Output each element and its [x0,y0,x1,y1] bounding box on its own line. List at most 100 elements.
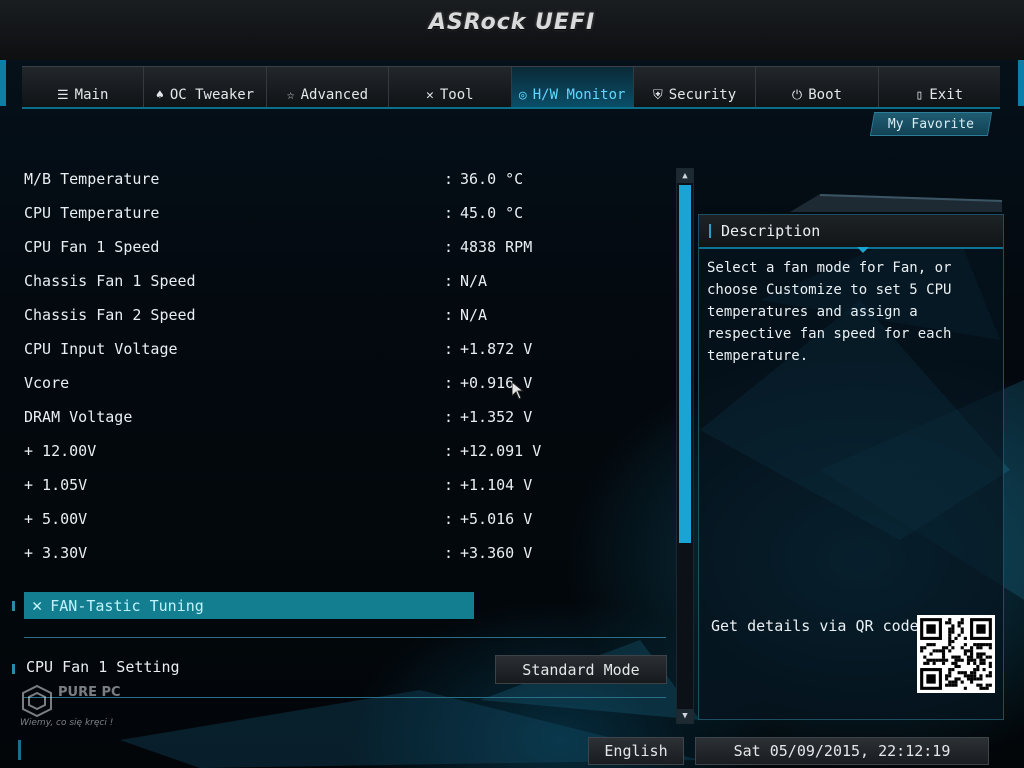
fan-tastic-tuning-item[interactable]: ✕ FAN-Tastic Tuning [24,592,474,619]
footer-accent-bar [18,740,21,760]
reading-value: +1.352 V [460,408,533,426]
reading-value: N/A [460,306,488,324]
reading-row: DRAM Voltage: +1.352 V [24,400,664,434]
description-panel: Description Select a fan mode for Fan, o… [698,214,1004,720]
reading-separator: : [444,272,454,290]
reading-separator: : [444,544,454,562]
exit-door-icon: ▯ [915,88,924,103]
monitor-icon: ◎ [518,88,527,103]
tab-label: Boot [808,87,842,103]
wrench-icon: ✕ [32,595,43,616]
tab-label: Main [74,87,109,103]
reading-row: CPU Fan 1 Speed:4838 RPM [24,230,664,264]
star-icon: ☆ [286,88,295,103]
purepc-watermark: PURE PC Wiemy, co się kręci ! [20,684,140,740]
rocket-icon: ♠ [156,88,164,103]
description-header-marker [709,224,711,238]
description-panel-decoration [790,194,1002,212]
reading-row: Chassis Fan 2 Speed: N/A [24,298,664,332]
fan-tuning-marker [12,601,15,611]
reading-value: +1.872 V [460,340,533,358]
reading-value: N/A [460,272,488,290]
asrock-uefi-logo: ASRock UEFI [428,10,596,35]
reading-separator: : [444,340,454,358]
reading-separator: : [444,204,454,222]
main-tab-bar: ☰ Main ♠ OC Tweaker ☆ Advanced ✕ Tool ◎ H/W Monit… [22,66,1000,109]
tab-main[interactable]: ☰ Main [22,67,145,107]
tab-exit[interactable]: ▯ Exit [879,67,1000,107]
reading-row: Chassis Fan 1 Speed: N/A [24,264,664,298]
purepc-logo-icon [22,684,52,718]
reading-row: Vcore: +0.916 V [24,366,664,400]
reading-label: M/B Temperature [24,170,160,188]
power-icon: ⏻ [791,88,803,103]
watermark-slogan: Wiemy, co się kręci ! [20,718,114,728]
header: ASRock UEFI [0,0,1024,60]
left-accent-bar [0,60,6,106]
reading-label: + 12.00V [24,442,97,460]
tab-label: Security [668,87,737,103]
reading-label: CPU Input Voltage [24,340,178,358]
qr-code-icon [917,615,995,693]
tab-label: Advanced [300,87,369,103]
tab-h-w-monitor[interactable]: ◎ H/W Monitor [511,67,634,107]
list-icon: ☰ [57,88,69,103]
reading-value: 36.0 °C [460,170,524,188]
description-text: Select a fan mode for Fan, or choose Cus… [707,260,952,364]
reading-label: Chassis Fan 1 Speed [24,272,196,290]
reading-row: + 1.05V: +1.104 V [24,468,664,502]
reading-label: + 1.05V [24,476,88,494]
reading-value: +3.360 V [460,544,533,562]
scroll-thumb[interactable] [679,185,691,543]
reading-row: CPU Input Voltage: +1.872 V [24,332,664,366]
reading-value: +12.091 V [460,442,542,460]
reading-row: CPU Temperature:45.0 °C [24,196,664,230]
qr-code-label: Get details via QR code [711,617,919,635]
reading-value: +5.016 V [460,510,533,528]
cpu-fan-1-setting-label: CPU Fan 1 Setting [26,658,180,676]
tab-label: OC Tweaker [169,87,255,103]
hardware-readings-list: M/B Temperature:36.0 °C CPU Temperature:4… [24,162,664,570]
reading-separator: : [444,374,454,392]
description-title: Description [721,222,821,240]
reading-label: CPU Fan 1 Speed [24,238,160,256]
tab-advanced[interactable]: ☆ Advanced [267,67,390,107]
cpu-fan-1-mode-value: Standard Mode [522,660,640,679]
tab-boot[interactable]: ⏻ Boot [756,67,879,107]
reading-value: +0.916 V [460,374,533,392]
reading-label: DRAM Voltage [24,408,133,426]
tab-security[interactable]: ⛨ Security [634,67,757,107]
mouse-cursor-icon [512,382,524,400]
description-header: Description [699,215,1003,249]
reading-separator: : [444,238,454,256]
readings-scrollbar[interactable]: ▲ ▼ [676,168,694,724]
description-notch-icon [857,247,869,253]
language-label: English [604,742,668,760]
reading-label: CPU Temperature [24,204,160,222]
my-favorite-button[interactable]: My Favorite [869,112,993,136]
reading-separator: : [444,476,454,494]
datetime-label: Sat 05/09/2015, 22:12:19 [733,742,951,760]
reading-row: + 12.00V: +12.091 V [24,434,664,468]
tab-oc-tweaker[interactable]: ♠ OC Tweaker [144,67,267,107]
reading-row: + 3.30V: +3.360 V [24,536,664,570]
shield-icon: ⛨ [652,88,663,103]
reading-row: M/B Temperature:36.0 °C [24,162,664,196]
watermark-brand: PURE PC [58,685,121,700]
scroll-up-arrow-icon[interactable]: ▲ [677,169,693,183]
reading-label: + 5.00V [24,510,88,528]
reading-row: + 5.00V: +5.016 V [24,502,664,536]
reading-value: 4838 RPM [460,238,533,256]
reading-separator: : [444,510,454,528]
tab-tool[interactable]: ✕ Tool [389,67,512,107]
reading-separator: : [444,170,454,188]
fan-setting-marker [12,664,15,674]
reading-label: Chassis Fan 2 Speed [24,306,196,324]
right-accent-bar [1018,60,1024,106]
language-button[interactable]: English [588,737,684,765]
tools-icon: ✕ [426,88,434,103]
cpu-fan-1-mode-select[interactable]: Standard Mode [495,655,667,684]
scroll-down-arrow-icon[interactable]: ▼ [677,709,693,723]
reading-label: Vcore [24,374,70,392]
reading-separator: : [444,306,454,324]
